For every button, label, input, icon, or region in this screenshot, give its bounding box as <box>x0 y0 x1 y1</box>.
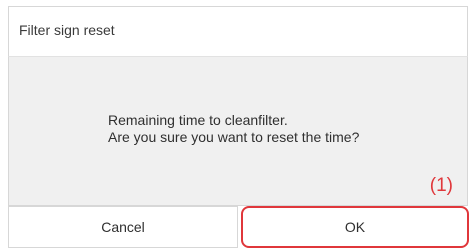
cancel-button[interactable]: Cancel <box>8 206 238 248</box>
callout-marker: (1) <box>429 175 453 196</box>
dialog-body: Remaining time to cleanfilter. Are you s… <box>8 56 468 206</box>
ok-button[interactable]: OK <box>241 206 469 248</box>
dialog-button-bar: Cancel OK <box>0 206 472 248</box>
dialog-message: Remaining time to cleanfilter. Are you s… <box>108 112 359 146</box>
dialog-title-bar: Filter sign reset <box>8 6 468 56</box>
filter-sign-reset-dialog: Filter sign reset Remaining time to clea… <box>0 0 472 248</box>
dialog-title: Filter sign reset <box>19 22 115 38</box>
message-line-1: Remaining time to cleanfilter. <box>108 112 288 128</box>
message-line-2: Are you sure you want to reset the time? <box>108 129 360 145</box>
ok-button-label: OK <box>344 219 366 235</box>
cancel-button-label: Cancel <box>101 219 145 235</box>
